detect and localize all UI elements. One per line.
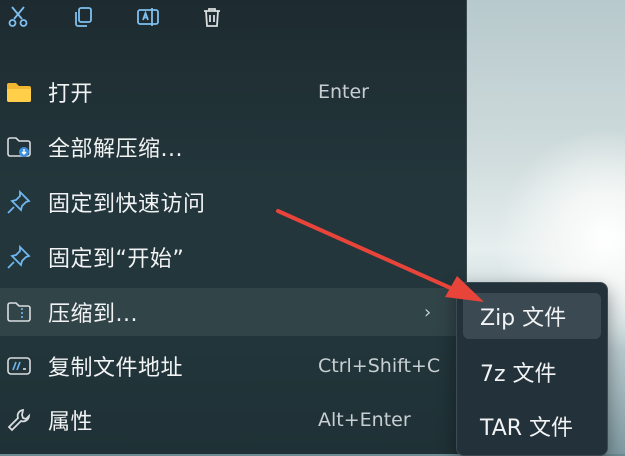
copy-icon[interactable] xyxy=(68,2,98,32)
menu-item-pin-start[interactable]: 固定到“开始” xyxy=(0,233,466,281)
folder-icon xyxy=(4,77,34,107)
menu-item-pin-quick-access[interactable]: 固定到快速访问 xyxy=(0,178,466,226)
context-menu-toolbar xyxy=(0,0,466,40)
compress-icon xyxy=(4,297,34,327)
menu-item-shortcut: Ctrl+Shift+C xyxy=(318,355,441,377)
submenu-item-zip[interactable]: Zip 文件 xyxy=(463,293,601,339)
menu-item-label: 压缩到... xyxy=(48,302,138,327)
pin-icon xyxy=(4,242,34,272)
submenu-item-label: 7z 文件 xyxy=(480,362,557,387)
menu-item-open[interactable]: 打开 Enter xyxy=(0,68,466,116)
menu-item-label: 复制文件地址 xyxy=(48,356,184,381)
submenu-item-7z[interactable]: 7z 文件 xyxy=(463,349,601,395)
menu-item-shortcut: Alt+Enter xyxy=(318,409,411,431)
chevron-right-icon: › xyxy=(424,301,432,323)
pin-icon xyxy=(4,187,34,217)
menu-item-compress-to[interactable]: 压缩到... › xyxy=(0,288,466,336)
compress-submenu: Zip 文件 7z 文件 TAR 文件 xyxy=(456,282,608,456)
submenu-item-label: Zip 文件 xyxy=(480,306,567,331)
extract-all-icon xyxy=(4,132,34,162)
rename-icon[interactable] xyxy=(133,2,163,32)
menu-item-label: 属性 xyxy=(48,410,94,435)
menu-item-shortcut: Enter xyxy=(318,81,369,103)
menu-item-label: 固定到“开始” xyxy=(48,247,185,272)
wrench-icon xyxy=(4,405,34,435)
context-menu: 打开 Enter 全部解压缩... 固定到快速访问 固定到“开始” 压缩到...… xyxy=(0,0,467,454)
cut-icon[interactable] xyxy=(3,2,33,32)
menu-item-label: 打开 xyxy=(48,82,94,107)
menu-item-label: 固定到快速访问 xyxy=(48,192,206,217)
menu-item-copy-path[interactable]: 复制文件地址 Ctrl+Shift+C xyxy=(0,342,466,390)
menu-item-properties[interactable]: 属性 Alt+Enter xyxy=(0,396,466,444)
delete-icon[interactable] xyxy=(197,2,227,32)
copy-path-icon xyxy=(4,351,34,381)
submenu-item-tar[interactable]: TAR 文件 xyxy=(463,403,601,449)
menu-item-extract-all[interactable]: 全部解压缩... xyxy=(0,123,466,171)
submenu-item-label: TAR 文件 xyxy=(480,416,574,441)
menu-item-label: 全部解压缩... xyxy=(48,137,183,162)
